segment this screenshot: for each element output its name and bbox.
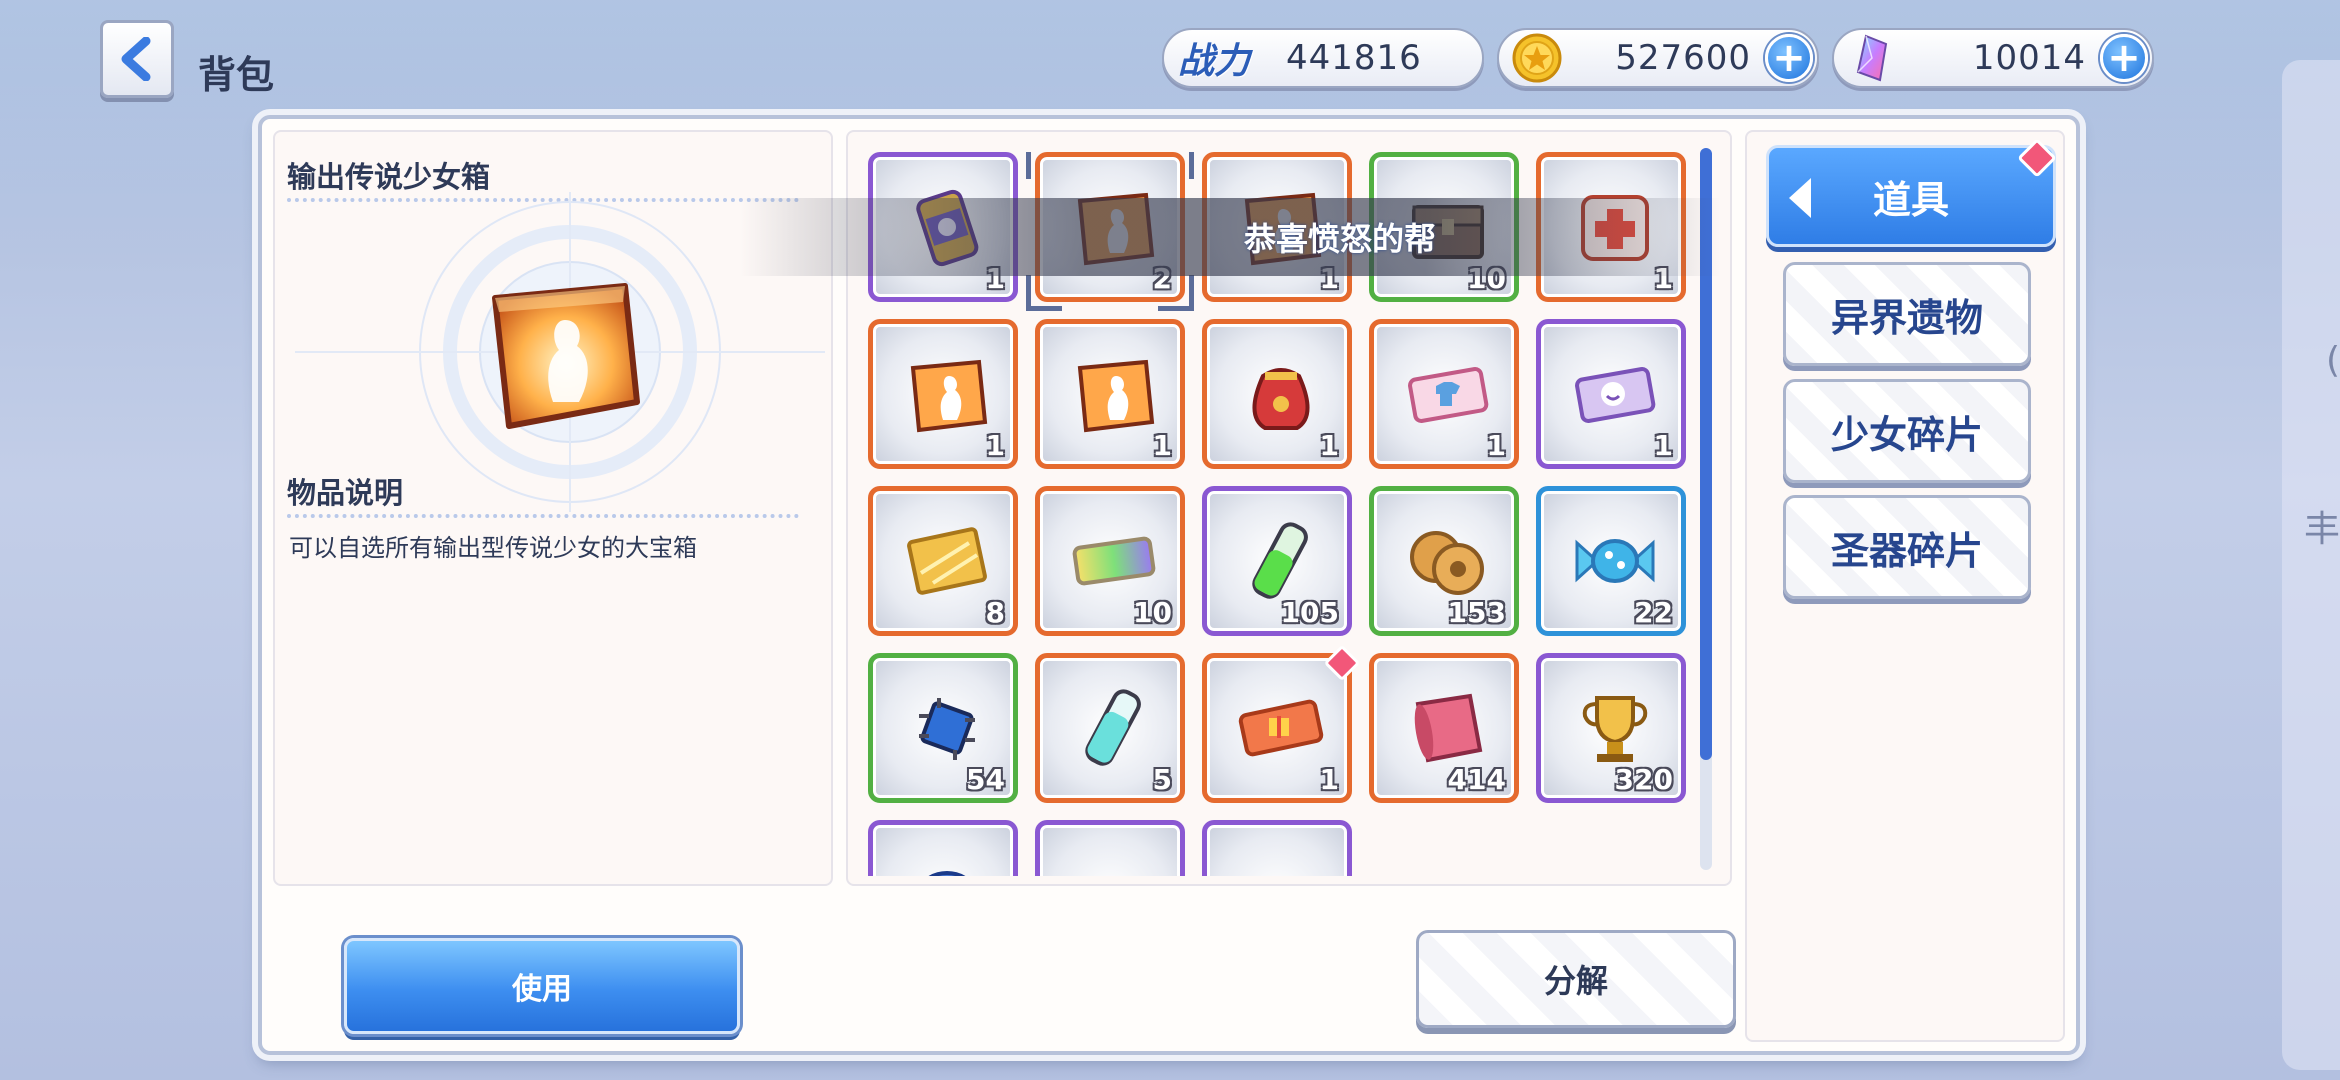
inventory-slot[interactable]: 1 bbox=[868, 319, 1018, 469]
item-count: 22 bbox=[1634, 596, 1673, 629]
item-count: 105 bbox=[1280, 596, 1339, 629]
power-value: 441816 bbox=[1286, 38, 1422, 78]
item-count: 54 bbox=[966, 763, 1005, 796]
item-count: 1 bbox=[1319, 763, 1339, 796]
selection-frame-corner bbox=[1026, 152, 1062, 179]
tab-label: 圣器碎片 bbox=[1830, 528, 1983, 573]
chevron-left-icon bbox=[121, 37, 151, 81]
gold-coin-icon bbox=[1512, 33, 1562, 83]
new-badge bbox=[1323, 644, 1361, 682]
tab-label: 道具 bbox=[1872, 177, 1949, 222]
divider bbox=[287, 514, 799, 518]
edge-bracket-icon: ( bbox=[2325, 340, 2340, 381]
inventory-slot[interactable]: 1 bbox=[1536, 319, 1686, 469]
inventory-slot[interactable]: 1 bbox=[1202, 319, 1352, 469]
selection-frame-corner bbox=[1158, 152, 1194, 179]
outfit-ticket-icon bbox=[1408, 367, 1489, 423]
inventory-slot[interactable]: 153 bbox=[1369, 486, 1519, 636]
add-gem-button[interactable]: + bbox=[2100, 34, 2148, 82]
cookie-icon bbox=[1410, 531, 1484, 595]
crystal-gem-icon bbox=[1856, 34, 1888, 82]
cyan-potion-icon bbox=[1085, 689, 1141, 766]
use-button[interactable]: 使用 bbox=[344, 938, 740, 1034]
legend-box-icon bbox=[492, 283, 640, 429]
gem-display: 10014 + bbox=[1832, 28, 2154, 88]
item-name: 输出传说少女箱 bbox=[287, 160, 491, 194]
chip-icon bbox=[919, 698, 975, 760]
caret-left-icon bbox=[1789, 178, 1811, 218]
box-icon bbox=[1066, 847, 1162, 876]
inventory-slot[interactable]: 414 bbox=[1369, 653, 1519, 803]
coin-icon bbox=[928, 871, 966, 876]
gem-value: 10014 bbox=[1972, 38, 2086, 78]
legend-box-icon bbox=[910, 359, 988, 433]
inventory-slot[interactable]: 1 bbox=[1202, 644, 1361, 803]
tab-label: 异界遗物 bbox=[1830, 295, 1983, 340]
add-gold-button[interactable]: + bbox=[1765, 34, 1813, 82]
item-count: 10 bbox=[1133, 596, 1172, 629]
trophy-icon bbox=[1582, 696, 1648, 762]
inventory-slot[interactable]: 105 bbox=[1202, 486, 1352, 636]
selection-frame-corner bbox=[1158, 275, 1194, 311]
item-count: 1 bbox=[1319, 429, 1339, 462]
selection-frame-corner bbox=[1026, 275, 1062, 311]
item-count: 414 bbox=[1447, 763, 1506, 796]
item-count: 1 bbox=[1152, 429, 1172, 462]
inventory-slot[interactable]: 22 bbox=[1536, 486, 1686, 636]
tab-items[interactable]: 道具 bbox=[1766, 138, 2057, 247]
description-text: 可以自选所有输出型传说少女的大宝箱 bbox=[289, 534, 697, 562]
back-button[interactable] bbox=[100, 20, 174, 98]
side-edge-panel bbox=[2282, 60, 2340, 1070]
item-count: 1 bbox=[1486, 429, 1506, 462]
power-label: 战力 bbox=[1178, 41, 1251, 82]
inventory-slot[interactable] bbox=[1202, 820, 1352, 876]
inventory-slot[interactable]: 5 bbox=[1035, 653, 1185, 803]
inventory-slot[interactable] bbox=[868, 820, 1018, 876]
tab-label: 少女碎片 bbox=[1830, 412, 1983, 457]
gold-value: 527600 bbox=[1615, 38, 1751, 78]
inventory-slot[interactable] bbox=[1035, 820, 1185, 876]
item-count: 5 bbox=[1152, 763, 1172, 796]
rainbow-ticket-icon bbox=[1072, 536, 1156, 586]
combat-power-display: 战力 441816 bbox=[1162, 28, 1484, 88]
inventory-slot[interactable]: 54 bbox=[868, 653, 1018, 803]
item-count: 1 bbox=[985, 429, 1005, 462]
face-ticket-icon bbox=[1575, 367, 1656, 423]
toast-text: 恭喜愤怒的帮 bbox=[1243, 220, 1436, 258]
tab-otherworld-relics[interactable]: 异界遗物 bbox=[1783, 262, 2031, 366]
lucky-bag-icon bbox=[1252, 368, 1310, 430]
inventory-slot[interactable]: 1 bbox=[1035, 319, 1185, 469]
edge-mark-icon: 丰 bbox=[2303, 509, 2340, 550]
inventory-slot[interactable]: 8 bbox=[868, 486, 1018, 636]
item-count: 8 bbox=[985, 596, 1005, 629]
notification-toast: 恭喜愤怒的帮 bbox=[740, 198, 1720, 276]
scroll-icon bbox=[1414, 693, 1483, 763]
inventory-slot[interactable]: 1 bbox=[1369, 319, 1519, 469]
tab-girl-fragments[interactable]: 少女碎片 bbox=[1783, 379, 2031, 483]
gold-card-icon bbox=[907, 527, 987, 595]
tab-artifact-fragments[interactable]: 圣器碎片 bbox=[1783, 495, 2031, 599]
item-count: 320 bbox=[1614, 763, 1673, 796]
page-title: 背包 bbox=[198, 53, 275, 97]
inventory-slot[interactable]: 10 bbox=[1035, 486, 1185, 636]
candy-icon bbox=[1575, 539, 1655, 583]
legend-box-icon bbox=[1077, 359, 1155, 433]
crystal-icon bbox=[1233, 847, 1329, 876]
description-title: 物品说明 bbox=[287, 476, 404, 510]
green-potion-icon bbox=[1252, 522, 1308, 599]
item-count: 153 bbox=[1447, 596, 1506, 629]
gold-display: 527600 + bbox=[1497, 28, 1819, 88]
decompose-button[interactable]: 分解 bbox=[1416, 930, 1736, 1028]
gift-ticket-icon bbox=[1238, 699, 1324, 757]
item-count: 1 bbox=[1653, 429, 1673, 462]
inventory-slot[interactable]: 320 bbox=[1536, 653, 1686, 803]
